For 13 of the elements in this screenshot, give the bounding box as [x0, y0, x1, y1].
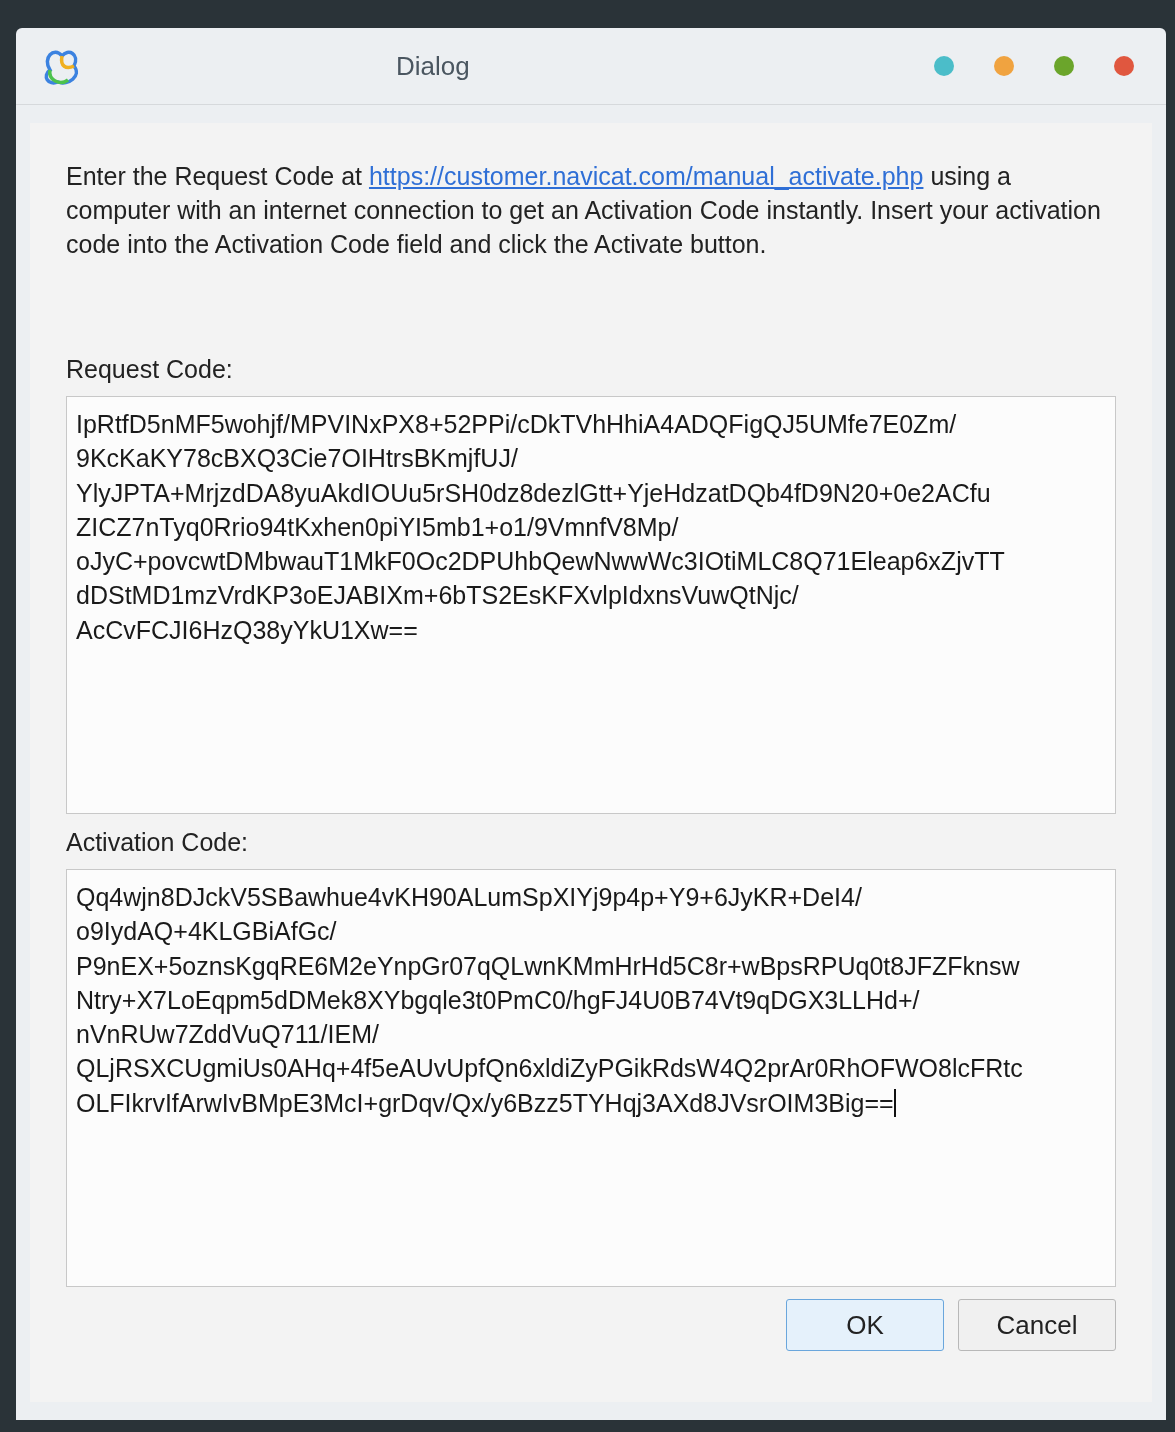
- window-control-dot[interactable]: [994, 56, 1014, 76]
- ok-button[interactable]: OK: [786, 1299, 944, 1351]
- field-label: Activation Code:: [66, 828, 249, 857]
- activation-code-field[interactable]: Qq4wjn8DJckV5SBawhue4vKH90ALumSpXIYj9p4p+Y9+6JyKR+DeI4/ o9IydAQ+4KLGBiAfGc/ P9nEX+5oznsKgqRE6M2eYnpGr07qQLwnKMmHrHd5C8r+wBpsRPUq0t8JFZFknsw Ntry+X7LoEqpm5dDMek8XYbgqle3t0PmC0/hgFJ4U0B74Vt9qDGX3LLHd+/ nVnRUw7ZddVuQ711/IEM/ QLjRSXCUgmiUs0AHq+4f5eAUvUpfQn6xldiZyPGikRdsW4Q2prAr0RhOFWO8lcFRtc OLFIkrvIfArwIvBMpE3McI+grDqv/Qx/y6Bzz5TYHqj3AXd8JVsrOIM3Big==: [66, 869, 1116, 1287]
- cancel-button[interactable]: Cancel: [958, 1299, 1116, 1351]
- window-control-dot[interactable]: [1114, 56, 1134, 76]
- instructions-text: Enter the Request Code at https://customer.navicat.com/manual_activate.php using a computer with an internet connection to get an Activation Code instantly. Insert your activation code into the Activation Code field and click the Activate button.: [66, 161, 1102, 260]
- activation-link[interactable]: https://customer.navicat.com/manual_activate.php: [368, 162, 924, 190]
- window-title: Dialog: [396, 50, 470, 82]
- window-control-dot[interactable]: [1054, 56, 1074, 76]
- request-code-field[interactable]: IpRtfD5nMF5wohjf/MPVINxPX8+52PPi/cDkTVhHhiA4ADQFigQJ5UMfe7E0Zm/ 9KcKaKY78cBXQ3Cie7OIHtrsBKmjfUJ/ YlyJPTA+MrjzdDA8yuAkdIOUu5rSH0dz8dezlGtt+YjeHdzatDQb4fD9N20+0e2ACfu ZICZ7nTyq0Rrio94tKxhen0piYI5mb1+o1/9VmnfV8Mp/ oJyC+povcwtDMbwauT1MkF0Oc2DPUhbQewNwwWc3IOtiMLC8Q71Eleap6xZjvTT dDStMD1mzVrdKP3oEJABIXm+6bTS2EsKFXvlpIdxnsVuwQtNjc/ AcCvFCJI6HzQ38yYkU1Xw==: [66, 396, 1116, 814]
- window-control-dot[interactable]: [934, 56, 954, 76]
- field-label: Request Code:: [66, 355, 233, 384]
